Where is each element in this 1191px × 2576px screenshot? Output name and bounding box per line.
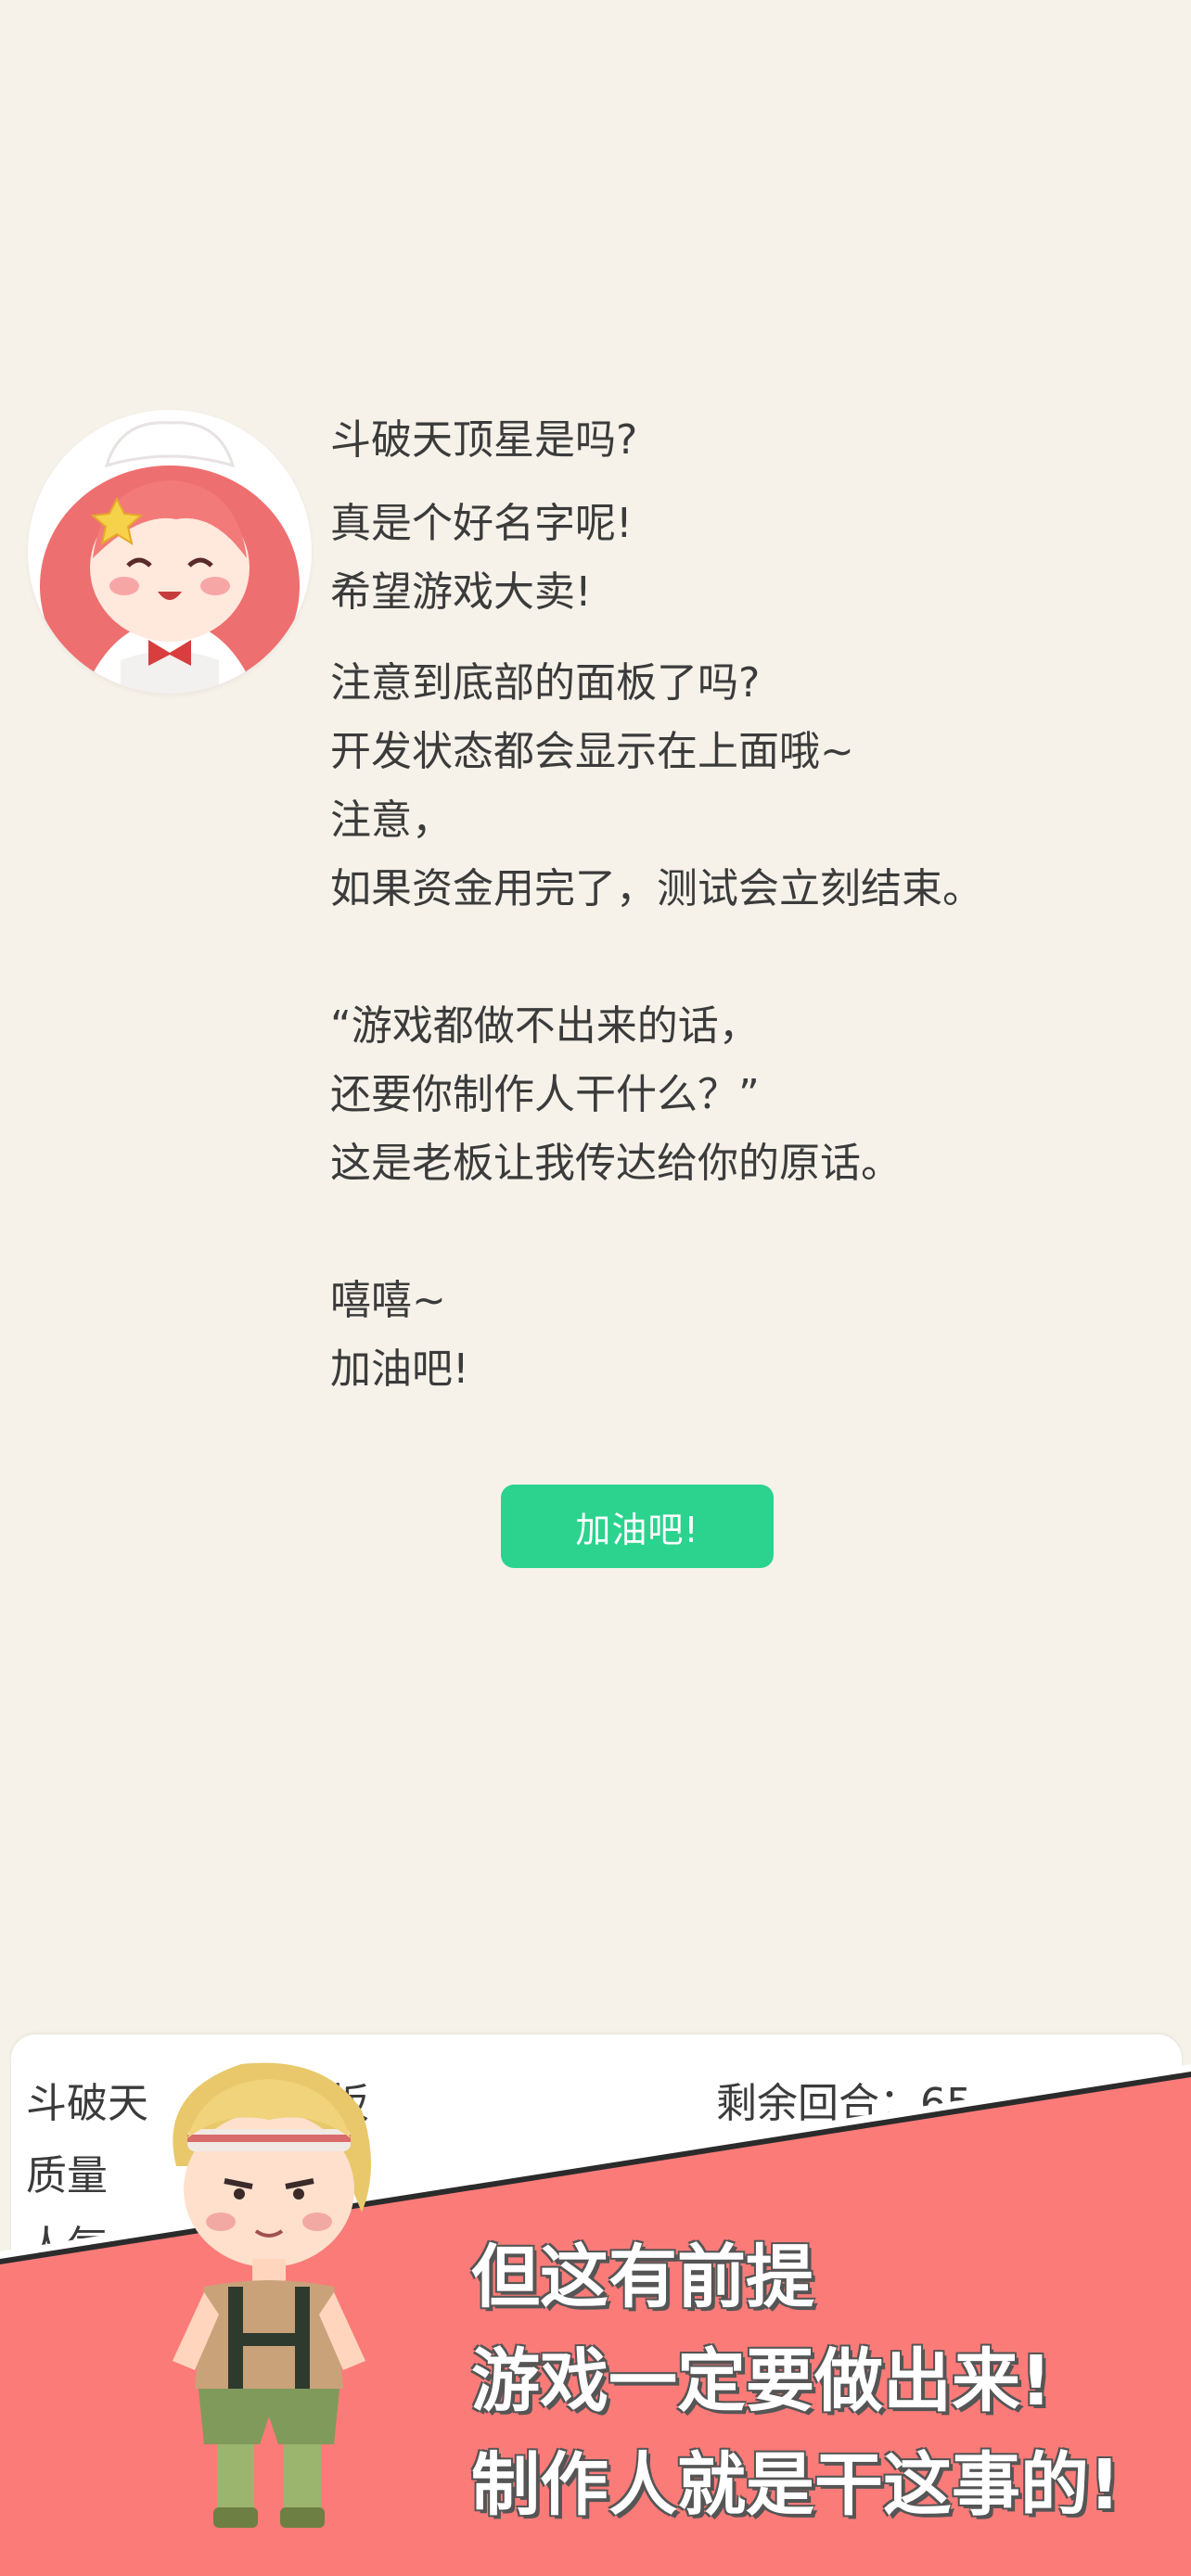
maid-avatar-icon [28,410,312,694]
dialog-line: 还要你制作人干什么？” [330,1071,760,1118]
tutorial-line: 游戏一定要做出来! [471,2341,1052,2421]
headband-boy-icon [139,2055,399,2537]
remaining-rounds: 剩余回合：65 [716,2080,972,2127]
tutorial-screen: 斗破天顶星是吗? 真是个好名字呢! 希望游戏大卖! 注意到底部的面板了吗? 开发… [0,0,1191,2576]
dialog-line: 希望游戏大卖! [330,568,592,616]
dialog-line: “游戏都做不出来的话， [330,1002,760,1050]
tutorial-line: 制作人就是干这事的! [471,2445,1121,2525]
dialog-line: 加油吧! [330,1345,469,1393]
dialog-line: 开发状态都会显示在上面哦~ [330,728,854,775]
tutorial-line: 但这有前提 [471,2238,814,2317]
dialog-line: 注意到底部的面板了吗? [330,659,761,707]
dialog-line: 斗破天顶星是吗? [330,416,638,464]
dialog-line: 注意， [330,797,453,844]
dialog-line: 真是个好名字呢! [330,500,633,547]
popularity-stat: 人气 [26,2223,108,2270]
dialog-line: 这是老板让我传达给你的原话。 [330,1140,902,1187]
cheer-button[interactable]: 加油吧! [501,1485,774,1568]
dialog-line: 嘻嘻~ [330,1277,446,1324]
dialog-line: 如果资金用完了，测试会立刻结束。 [330,865,983,912]
